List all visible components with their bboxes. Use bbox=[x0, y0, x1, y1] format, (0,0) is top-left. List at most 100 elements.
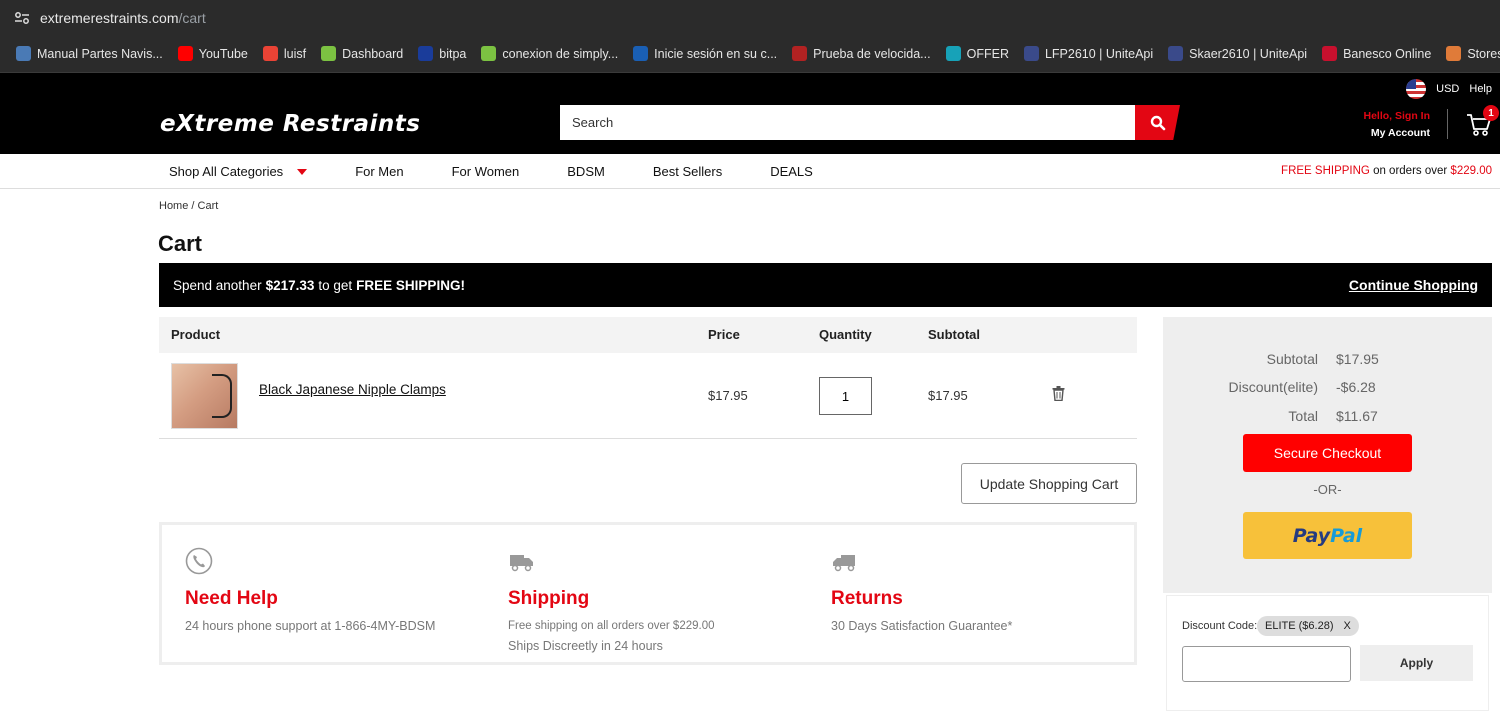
discount-code-box: Discount Code: ELITE ($6.28) X Apply bbox=[1166, 595, 1489, 711]
nav-for-men[interactable]: For Men bbox=[355, 164, 403, 179]
check-circle-icon bbox=[321, 46, 337, 61]
stores-icon bbox=[1446, 46, 1462, 61]
bookmark-label: YouTube bbox=[198, 46, 248, 61]
nav-deals[interactable]: DEALS bbox=[770, 164, 813, 179]
summary-label: Total bbox=[1288, 408, 1318, 424]
info-text: 30 Days Satisfaction Guarantee* bbox=[831, 619, 1013, 633]
header-subtotal: Subtotal bbox=[928, 327, 980, 342]
discount-code-input[interactable] bbox=[1182, 646, 1351, 682]
bookmark-item[interactable]: Inicie sesión en su c... bbox=[633, 46, 777, 61]
summary-discount-label: Discount(elite) bbox=[1163, 379, 1318, 397]
free-shipping-label: FREE SHIPPING bbox=[1281, 165, 1370, 177]
info-returns: Returns 30 Days Satisfaction Guarantee* bbox=[831, 547, 1012, 636]
my-account: My Account bbox=[1370, 127, 1430, 139]
url-domain: extremerestraints.com bbox=[40, 9, 179, 26]
site-info-icon[interactable] bbox=[14, 11, 30, 25]
bookmark-item[interactable]: OFFER bbox=[945, 46, 1009, 61]
bookmark-item[interactable]: Stores bbox=[1446, 46, 1500, 61]
summary-total-label: Total bbox=[1163, 408, 1318, 426]
unite-icon bbox=[1023, 46, 1039, 61]
applied-discount-chip: ELITE ($6.28) X bbox=[1257, 616, 1359, 636]
summary-label: Subtotal bbox=[1266, 351, 1318, 367]
product-price: $17.95 bbox=[708, 388, 748, 403]
check-circle-icon bbox=[481, 46, 497, 61]
caret-down-icon bbox=[297, 169, 308, 175]
phone-icon bbox=[185, 547, 213, 575]
bookmark-label: Manual Partes Navis... bbox=[37, 46, 163, 61]
bookmark-label: LFP2610 | UniteApi bbox=[1044, 46, 1154, 61]
free-shipping-text: on orders over bbox=[1369, 165, 1451, 177]
info-title: Returns bbox=[831, 588, 903, 609]
nav-for-women[interactable]: For Women bbox=[452, 164, 520, 179]
paypal-button[interactable]: Pay Pal bbox=[1243, 512, 1412, 559]
bookmark-label: Prueba de velocida... bbox=[813, 46, 931, 61]
bookmark-label: conexion de simply... bbox=[502, 46, 619, 61]
info-need-help: Need Help 24 hours phone support at 1-86… bbox=[185, 547, 435, 636]
info-title: Shipping bbox=[508, 588, 590, 609]
bookmark-label: OFFER bbox=[966, 46, 1009, 61]
search-button[interactable] bbox=[1135, 105, 1180, 140]
help-link[interactable]: Help bbox=[1469, 83, 1492, 95]
bookmark-item[interactable]: bitpa bbox=[418, 46, 466, 61]
offer-icon bbox=[945, 46, 961, 61]
bookmark-item[interactable]: Dashboard bbox=[321, 46, 403, 61]
bookmark-item[interactable]: LFP2610 | UniteApi bbox=[1023, 46, 1154, 61]
nav-bdsm[interactable]: BDSM bbox=[567, 164, 605, 179]
url-text[interactable]: extremerestraints.com/cart bbox=[40, 10, 206, 26]
summary-subtotal-value: $17.95 bbox=[1336, 351, 1379, 367]
page-title: Cart bbox=[158, 231, 203, 256]
bookmark-label: Banesco Online bbox=[1343, 46, 1432, 61]
or-separator: -OR- bbox=[1313, 482, 1342, 497]
discount-code-label: Discount Code: bbox=[1182, 620, 1258, 632]
account-link[interactable]: Hello, Sign In My Account bbox=[1360, 108, 1430, 142]
update-cart-button[interactable]: Update Shopping Cart bbox=[961, 463, 1137, 504]
secure-checkout-button[interactable]: Secure Checkout bbox=[1243, 434, 1412, 472]
paypal-icon bbox=[633, 46, 649, 61]
table-row: Black Japanese Nipple Clamps $17.95 $17.… bbox=[159, 353, 1137, 439]
search-input[interactable] bbox=[560, 105, 1135, 140]
product-thumbnail[interactable] bbox=[171, 363, 238, 429]
quantity-input[interactable] bbox=[819, 377, 872, 415]
bookmarks-bar: Manual Partes Navis... YouTube luisf Dashbo… bbox=[0, 35, 1500, 73]
return-truck-icon bbox=[833, 555, 855, 572]
nav-shop-all-categories[interactable]: Shop All Categories bbox=[169, 164, 308, 179]
logo-text: eXtreme Restraints bbox=[160, 111, 421, 137]
promo-middle: to get bbox=[318, 277, 353, 293]
bookmark-item[interactable]: conexion de simply... bbox=[481, 46, 618, 61]
info-shipping: Shipping Free shipping on all orders ove… bbox=[508, 547, 715, 656]
remove-discount-icon[interactable]: X bbox=[1343, 620, 1350, 632]
apply-discount-button[interactable]: Apply bbox=[1360, 645, 1473, 681]
bookmark-label: luisf bbox=[283, 46, 307, 61]
bookmark-item[interactable]: Prueba de velocida... bbox=[792, 46, 931, 61]
bookmark-item[interactable]: Banesco Online bbox=[1322, 46, 1431, 61]
free-shipping-amount: $229.00 bbox=[1450, 165, 1492, 177]
bookmark-item[interactable]: luisf bbox=[262, 46, 307, 61]
globe-icon bbox=[16, 46, 31, 61]
free-shipping-notice: FREE SHIPPING on orders over $229.00 bbox=[1281, 165, 1492, 177]
cart-table-header: Product Price Quantity Subtotal bbox=[159, 317, 1137, 353]
continue-shopping-link[interactable]: Continue Shopping bbox=[1349, 277, 1478, 293]
info-text: Ships Discreetly in 24 hours bbox=[508, 639, 663, 653]
paypal-logo-pal: Pal bbox=[1330, 524, 1363, 547]
info-text: 24 hours phone support at 1-866-4MY-BDSM bbox=[185, 619, 436, 633]
summary-label: Discount(elite) bbox=[1228, 379, 1318, 395]
bookmark-label: Inicie sesión en su c... bbox=[654, 46, 778, 61]
product-name-link[interactable]: Black Japanese Nipple Clamps bbox=[259, 382, 446, 397]
currency-selector[interactable]: USD bbox=[1436, 83, 1459, 95]
nav-best-sellers[interactable]: Best Sellers bbox=[653, 164, 722, 179]
bookmark-item[interactable]: YouTube bbox=[177, 46, 248, 61]
breadcrumb[interactable]: Home / Cart bbox=[159, 200, 218, 212]
bookmark-item[interactable]: Skaer2610 | UniteApi bbox=[1168, 46, 1307, 61]
b-logo-icon bbox=[418, 46, 434, 61]
us-flag-icon[interactable] bbox=[1406, 79, 1427, 99]
bookmark-item[interactable]: Manual Partes Navis... bbox=[16, 46, 163, 61]
trash-icon[interactable] bbox=[1052, 386, 1065, 401]
speedometer-icon bbox=[792, 46, 808, 61]
url-path: /cart bbox=[178, 9, 206, 26]
info-title: Need Help bbox=[185, 588, 278, 609]
bookmark-label: Stores bbox=[1467, 46, 1500, 61]
header-quantity: Quantity bbox=[819, 327, 872, 342]
site-logo[interactable]: eXtreme Restraints bbox=[160, 111, 421, 137]
youtube-icon bbox=[177, 46, 193, 61]
chip-text: ELITE ($6.28) bbox=[1265, 620, 1334, 632]
